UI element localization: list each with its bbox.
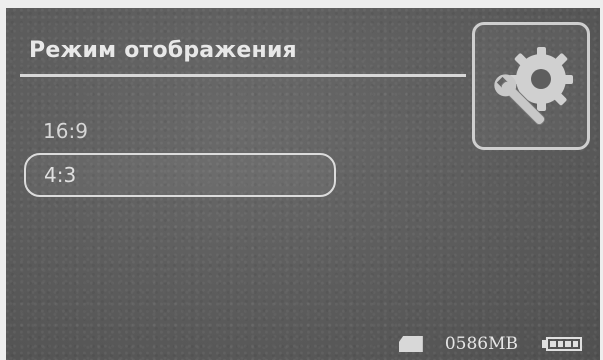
battery-icon (542, 337, 582, 351)
page-title: Режим отображения (29, 38, 297, 63)
settings-icon-tile (472, 22, 590, 150)
battery-segment (550, 341, 556, 347)
battery-segment (557, 341, 563, 347)
device-screen: Режим отображения 16:9 4:3 0586MB (6, 8, 600, 360)
title-underline (20, 74, 466, 77)
status-bar: 0586MB (398, 334, 582, 354)
option-4-3-selected[interactable]: 4:3 (24, 153, 336, 197)
memory-readout: 0586MB (444, 334, 518, 354)
battery-segment (565, 341, 571, 347)
battery-segment (572, 341, 578, 347)
device-photo: Режим отображения 16:9 4:3 0586MB (0, 0, 603, 360)
battery-body (546, 337, 582, 351)
settings-gear-wrench-icon (494, 47, 573, 126)
option-4-3-label: 4:3 (44, 163, 77, 187)
option-16-9[interactable]: 16:9 (43, 119, 88, 143)
sd-card-icon (398, 336, 423, 352)
